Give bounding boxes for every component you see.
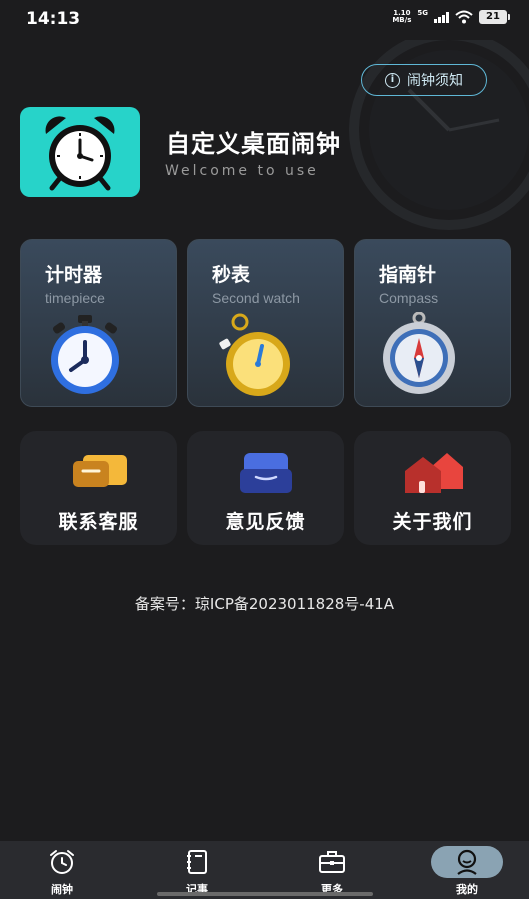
status-bar: 14:13 1.10 MB/s 5G 21 [0,0,529,38]
bottom-tab-bar: 闹钟 记事 更多 我的 [0,841,529,899]
compass-icon [383,312,455,394]
timer-subtitle: timepiece [45,290,105,306]
alarm-icon [50,850,74,874]
stopwatch-title: 秒表 [212,264,251,286]
alarm-clock-icon [45,116,115,191]
signal-icon [434,11,449,23]
status-indicators: 1.10 MB/s 5G 21 [392,9,510,24]
contact-service-label: 联系客服 [58,511,139,533]
notebook-icon [187,850,207,874]
home-indicator[interactable] [157,892,373,896]
tab-notes[interactable]: 记事 [147,841,247,899]
app-logo [20,107,140,197]
timer-icon [51,315,119,394]
about-us-button[interactable]: 关于我们 [354,431,511,545]
contact-service-button[interactable]: 联系客服 [20,431,177,545]
wifi-icon [455,10,473,24]
stopwatch-subtitle: Second watch [212,290,300,306]
compass-title: 指南针 [379,264,437,286]
icp-record: 备案号：琼ICP备2023011828号-41A [134,595,395,613]
timer-title: 计时器 [45,264,103,286]
profile-icon [457,849,477,875]
network-type: 5G [417,9,428,17]
battery-indicator: 21 [479,10,510,24]
chat-icon [72,455,127,487]
tab-profile-label: 我的 [456,883,478,896]
tab-alarm[interactable]: 闹钟 [12,841,112,899]
home-icon [404,453,463,493]
tab-profile[interactable]: 我的 [417,841,517,899]
alarm-notice-label: 闹钟须知 [407,73,463,89]
app-title: 自定义桌面闹钟 [166,130,341,158]
timer-card[interactable]: 计时器 timepiece [20,239,177,407]
compass-subtitle: Compass [379,290,439,306]
about-us-label: 关于我们 [392,511,473,533]
app-subtitle: Welcome to use [165,163,319,179]
feedback-label: 意见反馈 [225,511,306,533]
stopwatch-card[interactable]: 秒表 Second watch [187,239,344,407]
feedback-button[interactable]: 意见反馈 [187,431,344,545]
info-icon: i [385,72,400,88]
tab-more[interactable]: 更多 [282,841,382,899]
tab-alarm-label: 闹钟 [51,883,73,896]
alarm-notice-button[interactable]: i 闹钟须知 [361,64,487,96]
briefcase-icon [319,851,345,873]
compass-card[interactable]: 指南针 Compass [354,239,511,407]
net-speed: 1.10 MB/s [392,9,412,24]
status-time: 14:13 [26,9,81,29]
inbox-icon [239,453,292,493]
stopwatch-icon [219,313,290,396]
